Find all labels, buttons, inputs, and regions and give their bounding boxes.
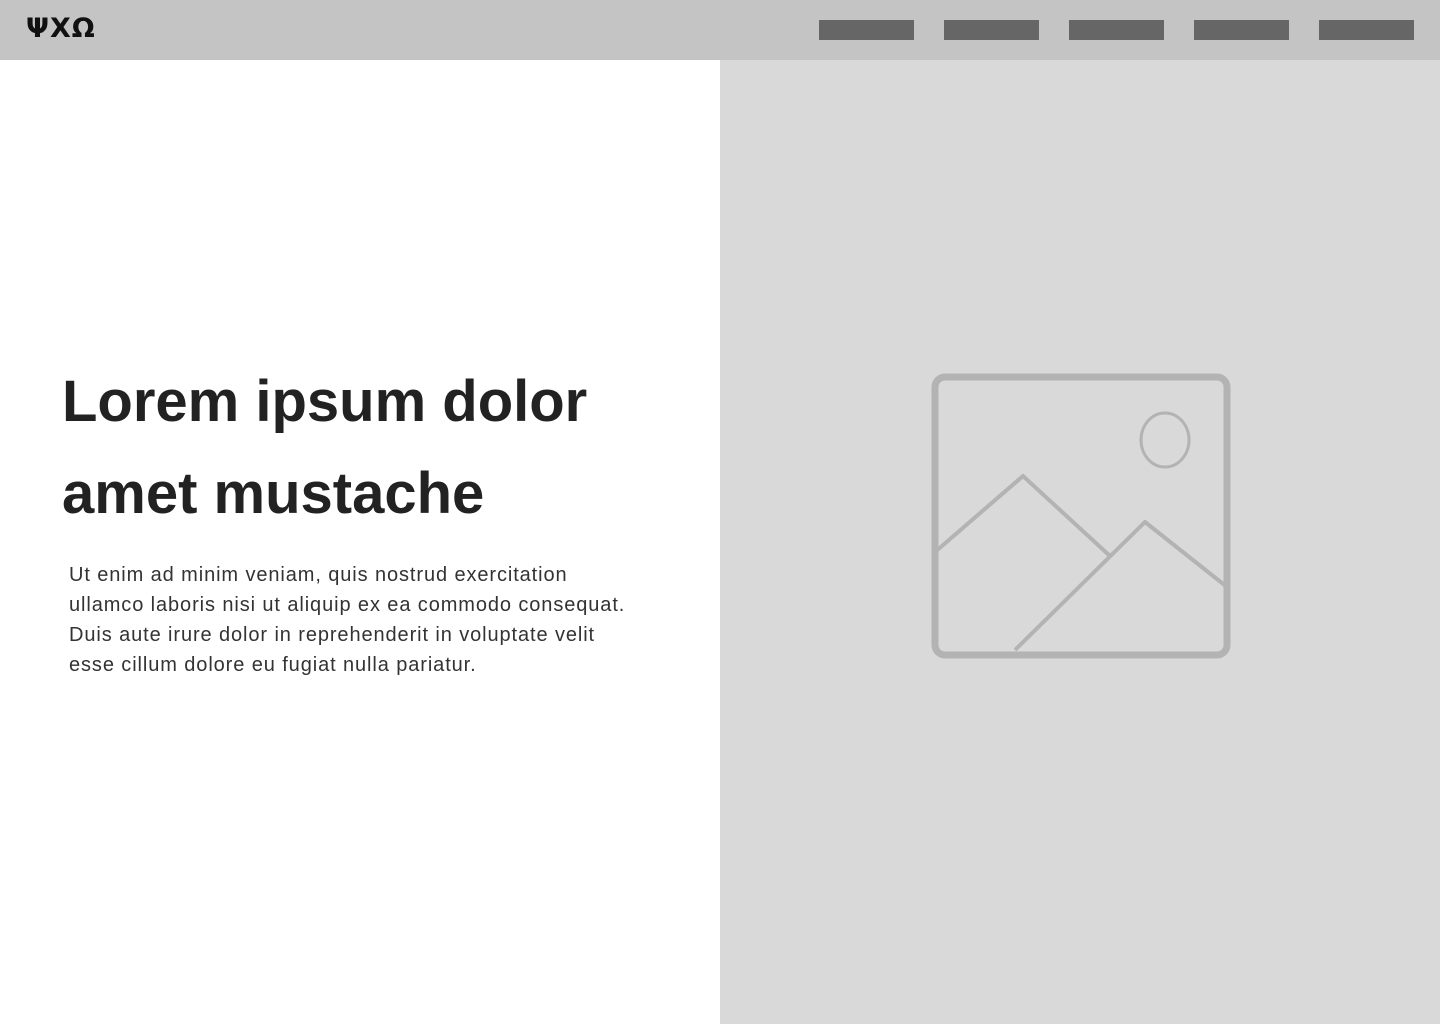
mountain-left <box>933 474 1112 558</box>
hero-description: Ut enim ad minim veniam, quis nostrud ex… <box>69 560 699 680</box>
hero-description-line: Ut enim ad minim veniam, quis nostrud ex… <box>69 564 568 586</box>
hero-description-line: ullamco laboris nisi ut aliquip ex ea co… <box>69 594 626 616</box>
logo[interactable]: ΨΧΩ <box>26 12 96 46</box>
image-placeholder-icon <box>931 373 1231 659</box>
hero-text-panel: Lorem ipsum dolor amet mustache Ut enim … <box>0 60 720 1024</box>
nav-item-2[interactable] <box>944 20 1039 40</box>
top-navigation-bar: ΨΧΩ <box>0 0 1440 60</box>
sun-circle <box>1139 411 1191 469</box>
nav-item-5[interactable] <box>1319 20 1414 40</box>
hero-title: Lorem ipsum dolor amet mustache <box>62 356 682 540</box>
hero-title-line-1: Lorem ipsum dolor <box>62 369 588 434</box>
mountain-right <box>1013 520 1229 652</box>
hero-description-line: Duis aute irure dolor in reprehenderit i… <box>69 624 596 646</box>
nav-item-4[interactable] <box>1194 20 1289 40</box>
hero-image-panel <box>720 60 1440 1024</box>
hero-title-line-2: amet mustache <box>62 461 485 526</box>
nav-item-3[interactable] <box>1069 20 1164 40</box>
nav-item-1[interactable] <box>819 20 914 40</box>
hero-description-line: esse cillum dolore eu fugiat nulla paria… <box>69 654 477 676</box>
